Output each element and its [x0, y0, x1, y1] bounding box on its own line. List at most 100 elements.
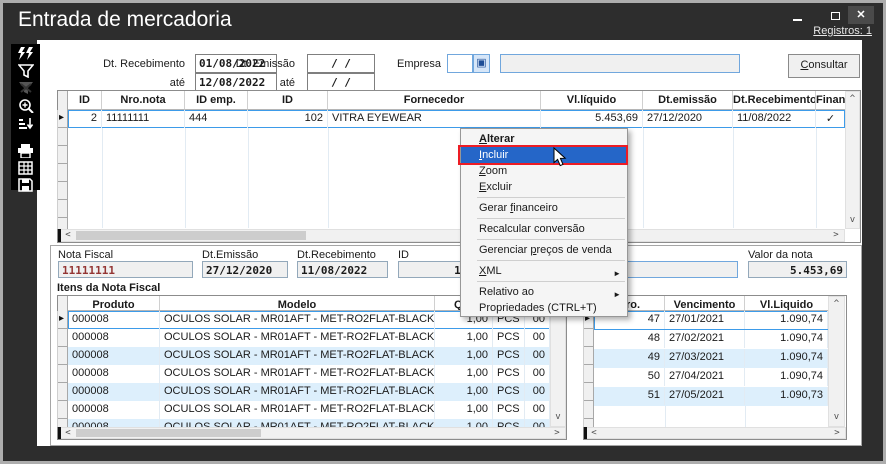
- menu-item-excluir[interactable]: Excluir: [461, 179, 627, 195]
- parcelas-header-vl-liquido[interactable]: Vl.Liquido: [745, 296, 828, 311]
- main-grid-scroll-down-icon[interactable]: v: [845, 215, 860, 225]
- cell-produto[interactable]: 000008: [68, 329, 160, 347]
- cell-vencimento[interactable]: 27/02/2021: [665, 330, 745, 348]
- empresa-code-input[interactable]: [447, 54, 473, 73]
- cell-extra[interactable]: 00: [525, 329, 550, 347]
- cell-produto[interactable]: 000008: [68, 347, 160, 365]
- minimize-button[interactable]: [786, 10, 808, 24]
- items-grid-scroll-right-icon[interactable]: >: [551, 428, 563, 438]
- items-grid-hscroll-thumb[interactable]: [76, 429, 261, 437]
- zoom-icon[interactable]: [18, 98, 34, 113]
- parcelas-grid-row[interactable]: 4927/03/20211.090,74: [594, 349, 828, 368]
- parcelas-grid-scroll-left-icon[interactable]: <: [588, 428, 600, 438]
- main-grid-selected-row[interactable]: 2 11111111 444 102 VITRA EYEWEAR 5.453,6…: [68, 110, 845, 128]
- cell-nro[interactable]: 50: [594, 368, 665, 386]
- menu-item-propriedades-ctrl-t[interactable]: Propriedades (CTRL+T): [461, 300, 627, 316]
- registros-link[interactable]: Registros: 1: [770, 25, 872, 37]
- cell-produto[interactable]: 000008: [68, 401, 160, 419]
- cell-qto[interactable]: 1,00: [435, 365, 493, 383]
- cell-qto[interactable]: 1,00: [435, 383, 493, 401]
- close-button[interactable]: ✕: [848, 6, 874, 24]
- items-grid-row[interactable]: 000008OCULOS SOLAR - MR01AFT - MET-RO2FL…: [68, 365, 550, 383]
- items-grid-row[interactable]: 000008OCULOS SOLAR - MR01AFT - MET-RO2FL…: [68, 401, 550, 419]
- cell-vl-liquido[interactable]: 1.090,74: [745, 330, 828, 348]
- parcelas-grid-scroll-down-icon[interactable]: v: [828, 412, 845, 422]
- cell-vencimento[interactable]: 27/04/2021: [665, 368, 745, 386]
- cell-fornecedor[interactable]: VITRA EYEWEAR: [328, 110, 541, 128]
- cell-modelo[interactable]: OCULOS SOLAR - MR01AFT - MET-RO2FLAT-BLA…: [160, 329, 435, 347]
- cell-un[interactable]: PCS: [493, 329, 525, 347]
- parcelas-grid-vscrollbar[interactable]: [828, 296, 845, 427]
- parcelas-grid-scroll-right-icon[interactable]: >: [831, 428, 843, 438]
- parcelas-grid-row[interactable]: 4827/02/20211.090,74: [594, 330, 828, 349]
- menu-item-relativo-ao[interactable]: Relativo ao►: [461, 284, 627, 300]
- cell-produto[interactable]: 000008: [68, 365, 160, 383]
- main-grid-scroll-left-icon[interactable]: <: [62, 230, 74, 240]
- cell-qto[interactable]: 1,00: [435, 329, 493, 347]
- cell-un[interactable]: PCS: [493, 347, 525, 365]
- parcelas-grid-hscrollbar[interactable]: [584, 427, 846, 439]
- cell-produto[interactable]: 000008: [68, 311, 160, 329]
- items-grid-row[interactable]: 000008OCULOS SOLAR - MR01AFT - MET-RO2FL…: [68, 347, 550, 365]
- cell-vencimento[interactable]: 27/05/2021: [665, 387, 745, 405]
- main-grid-header-dt-emissao[interactable]: Dt.emissão: [643, 91, 733, 110]
- cell-un[interactable]: PCS: [493, 365, 525, 383]
- parcelas-grid-row[interactable]: 5027/04/20211.090,74: [594, 368, 828, 387]
- main-grid-header-finan[interactable]: Finan: [816, 91, 845, 110]
- items-grid-scroll-down-icon[interactable]: v: [550, 412, 566, 422]
- cell-nro[interactable]: 51: [594, 387, 665, 405]
- main-grid-header-fornecedor[interactable]: Fornecedor: [328, 91, 541, 110]
- cell-vencimento[interactable]: 27/03/2021: [665, 349, 745, 367]
- cell-extra[interactable]: 00: [525, 347, 550, 365]
- cell-qto[interactable]: 1,00: [435, 419, 493, 427]
- menu-item-xml[interactable]: XML►: [461, 263, 627, 279]
- parcelas-header-vencimento[interactable]: Vencimento: [665, 296, 745, 311]
- main-grid-header-id-emp[interactable]: ID emp.: [185, 91, 248, 110]
- cell-dt-recebimento[interactable]: 11/08/2022: [733, 110, 816, 128]
- clear-filter-icon[interactable]: [18, 81, 34, 95]
- grid-icon[interactable]: [18, 161, 33, 175]
- maximize-button[interactable]: [824, 8, 846, 24]
- cell-modelo[interactable]: OCULOS SOLAR - MR01AFT - MET-RO2FLAT-BLA…: [160, 311, 435, 329]
- main-grid-scroll-up-icon[interactable]: ^: [845, 94, 860, 104]
- items-grid-row[interactable]: 000008OCULOS SOLAR - MR01AFT - MET-RO2FL…: [68, 419, 550, 427]
- cell-qto[interactable]: 1,00: [435, 347, 493, 365]
- empresa-lookup-button[interactable]: ▣: [473, 54, 490, 73]
- filter-icon[interactable]: [18, 64, 34, 78]
- cell-un[interactable]: PCS: [493, 401, 525, 419]
- cell-vl-liquido[interactable]: 1.090,73: [745, 387, 828, 405]
- cell-id-emp[interactable]: 444: [185, 110, 248, 128]
- cell-vl-liquido[interactable]: 5.453,69: [541, 110, 643, 128]
- items-grid-scroll-left-icon[interactable]: <: [62, 428, 74, 438]
- main-grid-hscroll-thumb[interactable]: [76, 231, 306, 240]
- cell-vencimento[interactable]: 27/01/2021: [665, 311, 745, 329]
- cell-nro[interactable]: 48: [594, 330, 665, 348]
- dt-emissao-input[interactable]: / /: [307, 54, 375, 73]
- cell-modelo[interactable]: OCULOS SOLAR - MR01AFT - MET-RO2FLAT-BLA…: [160, 419, 435, 427]
- cell-extra[interactable]: 00: [525, 401, 550, 419]
- cell-un[interactable]: PCS: [493, 419, 525, 427]
- menu-item-zoom[interactable]: Zoom: [461, 163, 627, 179]
- sort-icon[interactable]: [18, 116, 34, 130]
- items-grid-row[interactable]: 000008OCULOS SOLAR - MR01AFT - MET-RO2FL…: [68, 383, 550, 401]
- cell-modelo[interactable]: OCULOS SOLAR - MR01AFT - MET-RO2FLAT-BLA…: [160, 347, 435, 365]
- main-grid-vscrollbar[interactable]: [845, 91, 860, 229]
- cell-extra[interactable]: 00: [525, 365, 550, 383]
- cell-produto[interactable]: 000008: [68, 419, 160, 427]
- main-grid-header-id2[interactable]: ID: [248, 91, 328, 110]
- cell-modelo[interactable]: OCULOS SOLAR - MR01AFT - MET-RO2FLAT-BLA…: [160, 383, 435, 401]
- items-header-produto[interactable]: Produto: [68, 296, 160, 311]
- menu-item-gerar-financeiro[interactable]: Gerar financeiro: [461, 200, 627, 216]
- cell-vl-liquido[interactable]: 1.090,74: [745, 311, 828, 329]
- cell-modelo[interactable]: OCULOS SOLAR - MR01AFT - MET-RO2FLAT-BLA…: [160, 365, 435, 383]
- cell-un[interactable]: PCS: [493, 383, 525, 401]
- cell-finan-check[interactable]: ✓: [816, 110, 845, 128]
- print-icon[interactable]: [17, 144, 34, 158]
- parcelas-grid-scroll-up-icon[interactable]: ^: [828, 299, 845, 309]
- cell-dt-emissao[interactable]: 27/12/2020: [643, 110, 733, 128]
- consultar-button[interactable]: Consultar: [788, 54, 860, 78]
- cell-nro[interactable]: 49: [594, 349, 665, 367]
- refresh-icon[interactable]: [17, 47, 35, 61]
- cell-vl-liquido[interactable]: 1.090,74: [745, 349, 828, 367]
- save-icon[interactable]: [18, 178, 33, 192]
